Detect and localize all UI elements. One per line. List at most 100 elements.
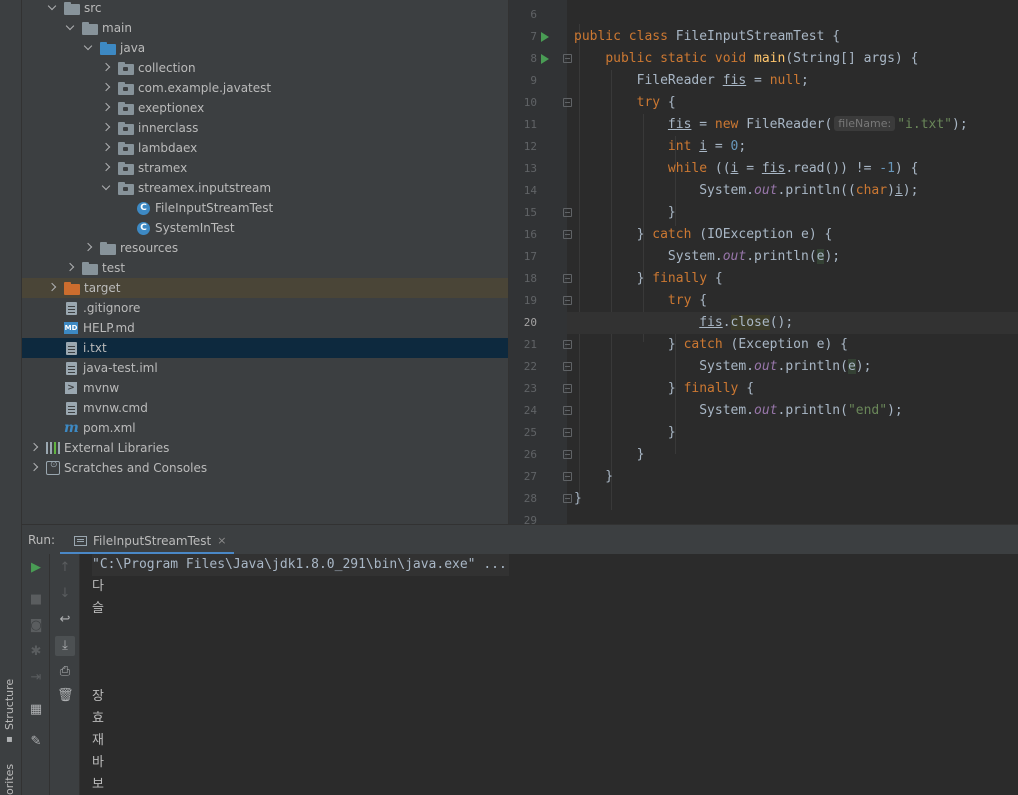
tree-item-scratches-and-consoles[interactable]: Scratches and Consoles [22, 458, 508, 478]
code-line[interactable]: } [574, 466, 1018, 488]
tree-item-java-test-iml[interactable]: java-test.iml [22, 358, 508, 378]
chevron-right-icon[interactable] [46, 282, 58, 294]
tree-item-src[interactable]: src [22, 0, 508, 18]
chevron-down-icon[interactable] [46, 2, 58, 14]
code-line[interactable]: } [574, 202, 1018, 224]
code-line[interactable]: fis = new FileReader(fileName: "i.txt"); [574, 114, 1018, 136]
arrow-down-icon[interactable]: ↓ [57, 586, 73, 602]
fold-marker-icon[interactable] [563, 450, 572, 459]
chevron-right-icon[interactable] [100, 122, 112, 134]
excluded-folder-icon [64, 281, 80, 295]
code-line[interactable]: System.out.println((char)i); [574, 180, 1018, 202]
chevron-right-icon[interactable] [28, 462, 40, 474]
chevron-down-icon[interactable] [64, 22, 76, 34]
code-line[interactable] [574, 4, 1018, 26]
code-line[interactable]: int i = 0; [574, 136, 1018, 158]
fold-marker-icon[interactable] [563, 208, 572, 217]
chevron-right-icon[interactable] [100, 162, 112, 174]
favorites-tab[interactable]: orites [3, 764, 16, 795]
tree-item-com-example-javatest[interactable]: com.example.javatest [22, 78, 508, 98]
code-line[interactable]: try { [574, 290, 1018, 312]
code-line[interactable]: fis.close(); [567, 312, 1018, 334]
code-line[interactable]: } catch (IOException e) { [574, 224, 1018, 246]
structure-tab[interactable]: Structure [3, 679, 16, 730]
code-line[interactable]: } [574, 488, 1018, 510]
fold-marker-icon[interactable] [563, 340, 572, 349]
run-gutter-icon[interactable] [541, 32, 549, 42]
fold-marker-icon[interactable] [563, 98, 572, 107]
tree-item-test[interactable]: test [22, 258, 508, 278]
pin-icon[interactable]: ✎ [28, 734, 44, 750]
code-editor[interactable]: 6 7 8 9 10 11 12 13 14 15 16 17 18 19 20 21 22 23 24 25 26 27… [508, 0, 1018, 524]
tree-item-mvnw[interactable]: > mvnw [22, 378, 508, 398]
fold-marker-icon[interactable] [563, 274, 572, 283]
chevron-right-icon[interactable] [100, 82, 112, 94]
tree-item-resources[interactable]: resources [22, 238, 508, 258]
tree-item-streamex-inputstream[interactable]: streamex.inputstream [22, 178, 508, 198]
soft-wrap-icon[interactable]: ↩ [57, 612, 73, 628]
fold-marker-icon[interactable] [563, 406, 572, 415]
chevron-right-icon[interactable] [28, 442, 40, 454]
tree-item-external-libraries[interactable]: External Libraries [22, 438, 508, 458]
fold-marker-icon[interactable] [563, 362, 572, 371]
tree-item-innerclass[interactable]: innerclass [22, 118, 508, 138]
code-line[interactable]: } [574, 444, 1018, 466]
tree-item-systemintest[interactable]: C SystemInTest [22, 218, 508, 238]
chevron-right-icon[interactable] [64, 262, 76, 274]
tree-item-gitignore[interactable]: .gitignore [22, 298, 508, 318]
tree-item-mvnw-cmd[interactable]: mvnw.cmd [22, 398, 508, 418]
run-tab[interactable]: FileInputStreamTest × [60, 529, 235, 555]
code-line[interactable]: public static void main(String[] args) { [574, 48, 1018, 70]
tree-item-help-md[interactable]: MD HELP.md [22, 318, 508, 338]
tree-item-target[interactable]: target [22, 278, 508, 298]
camera-icon[interactable]: ◙ [28, 618, 44, 634]
fold-marker-icon[interactable] [563, 54, 572, 63]
code-line[interactable]: try { [574, 92, 1018, 114]
code-line[interactable]: FileReader fis = null; [574, 70, 1018, 92]
run-gutter-icon[interactable] [541, 54, 549, 64]
chevron-down-icon[interactable] [100, 182, 112, 194]
fold-marker-icon[interactable] [563, 384, 572, 393]
source-folder-icon [100, 41, 116, 55]
code-line[interactable]: while ((i = fis.read()) != -1) { [574, 158, 1018, 180]
tree-item-main[interactable]: main [22, 18, 508, 38]
code-line[interactable]: } finally { [574, 378, 1018, 400]
fold-marker-icon[interactable] [563, 428, 572, 437]
tree-item-lambdaex[interactable]: lambdaex [22, 138, 508, 158]
scroll-to-end-icon[interactable]: ⤓ [55, 636, 75, 656]
print-icon[interactable]: ⎙ [57, 664, 73, 680]
trash-icon[interactable]: 🗑 [57, 688, 74, 704]
tree-item-java[interactable]: java [22, 38, 508, 58]
chevron-right-icon[interactable] [100, 62, 112, 74]
exit-icon[interactable]: ⇥ [28, 670, 44, 686]
tree-item-stramex[interactable]: stramex [22, 158, 508, 178]
code-line[interactable]: } catch (Exception e) { [574, 334, 1018, 356]
chevron-right-icon[interactable] [100, 142, 112, 154]
stop-icon[interactable]: ■ [28, 592, 44, 608]
debug-icon[interactable]: ✱ [28, 644, 44, 660]
tree-item-collection[interactable]: collection [22, 58, 508, 78]
code-line[interactable]: System.out.println(e); [574, 356, 1018, 378]
fold-marker-icon[interactable] [563, 494, 572, 503]
code-line[interactable]: System.out.println("end"); [574, 400, 1018, 422]
code-line[interactable]: public class FileInputStreamTest { [574, 26, 1018, 48]
tree-item-pom-xml[interactable]: m pom.xml [22, 418, 508, 438]
tree-item-i-txt[interactable]: i.txt [22, 338, 508, 358]
fold-marker-icon[interactable] [563, 230, 572, 239]
layout-icon[interactable]: ▦ [28, 702, 44, 718]
close-icon[interactable]: × [217, 534, 226, 547]
fold-marker-icon[interactable] [563, 296, 572, 305]
tree-item-fileinputstreamtest[interactable]: C FileInputStreamTest [22, 198, 508, 218]
fold-marker-icon[interactable] [563, 472, 572, 481]
rerun-icon[interactable]: ▶ [28, 560, 44, 576]
chevron-right-icon[interactable] [82, 242, 94, 254]
tree-item-exeptionex[interactable]: exeptionex [22, 98, 508, 118]
code-line[interactable] [574, 510, 1018, 524]
code-line[interactable]: } finally { [574, 268, 1018, 290]
arrow-up-icon[interactable]: ↑ [57, 560, 73, 576]
code-line[interactable]: System.out.println(e); [574, 246, 1018, 268]
chevron-down-icon[interactable] [82, 42, 94, 54]
console-output[interactable]: "C:\Program Files\Java\jdk1.8.0_291\bin\… [80, 554, 1018, 795]
code-line[interactable]: } [574, 422, 1018, 444]
chevron-right-icon[interactable] [100, 102, 112, 114]
